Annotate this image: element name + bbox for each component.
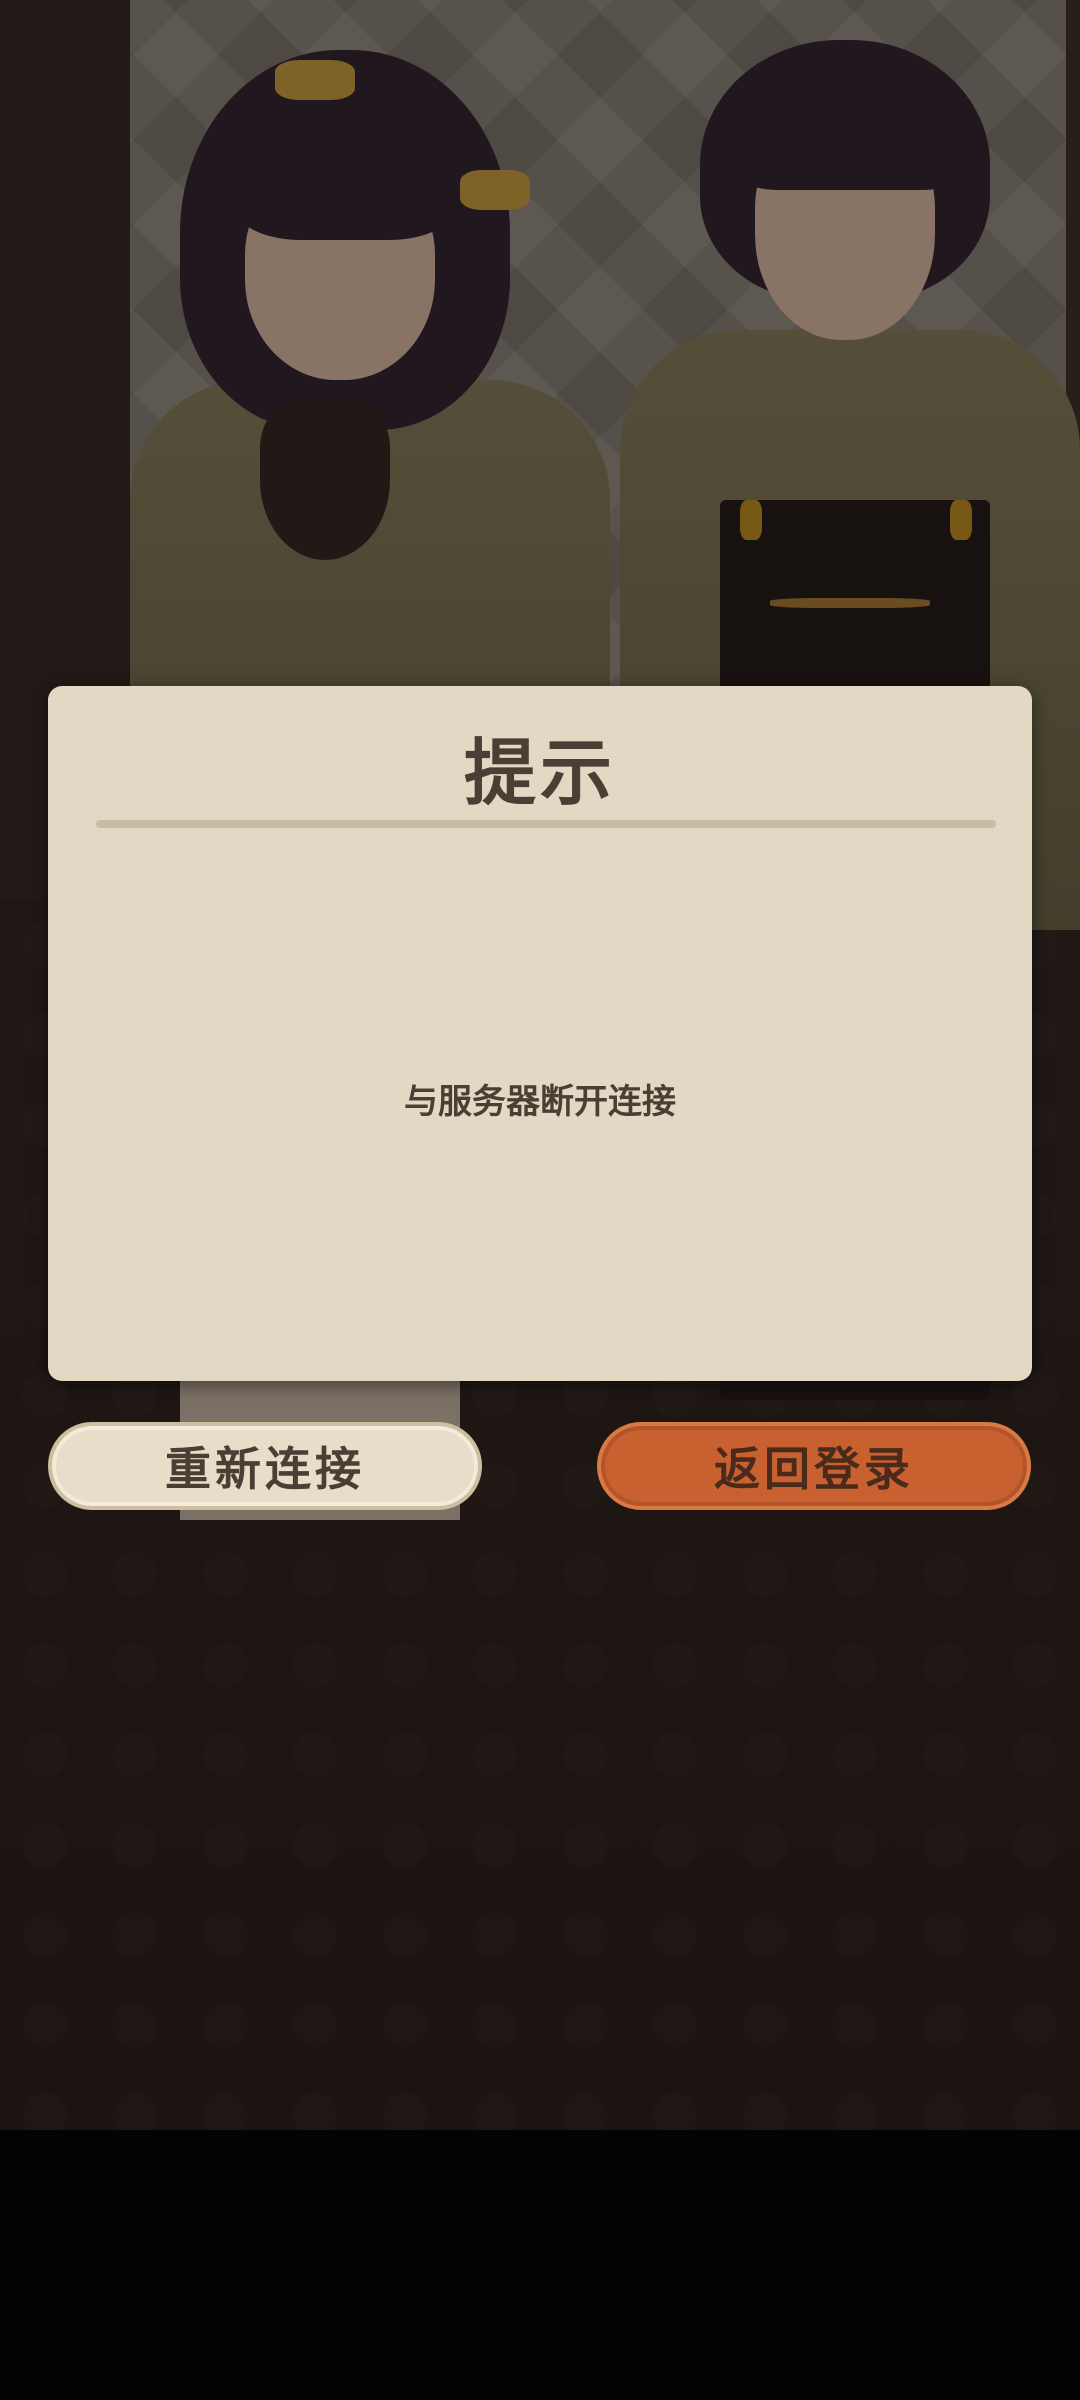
disconnect-dialog: 提示 与服务器断开连接	[48, 686, 1032, 1381]
dialog-message: 与服务器断开连接	[404, 1082, 676, 1122]
dialog-title: 提示	[463, 731, 616, 815]
reconnect-button[interactable]: 重新连接	[48, 1422, 482, 1510]
bottom-black-area	[0, 2130, 1080, 2400]
return-login-button-label: 返回登录	[714, 1442, 914, 1496]
dialog-divider	[96, 820, 996, 828]
reconnect-button-label: 重新连接	[165, 1442, 365, 1496]
game-screen: 提示 与服务器断开连接 重新连接 返回登录	[0, 0, 1080, 2400]
return-login-button[interactable]: 返回登录	[597, 1422, 1031, 1510]
